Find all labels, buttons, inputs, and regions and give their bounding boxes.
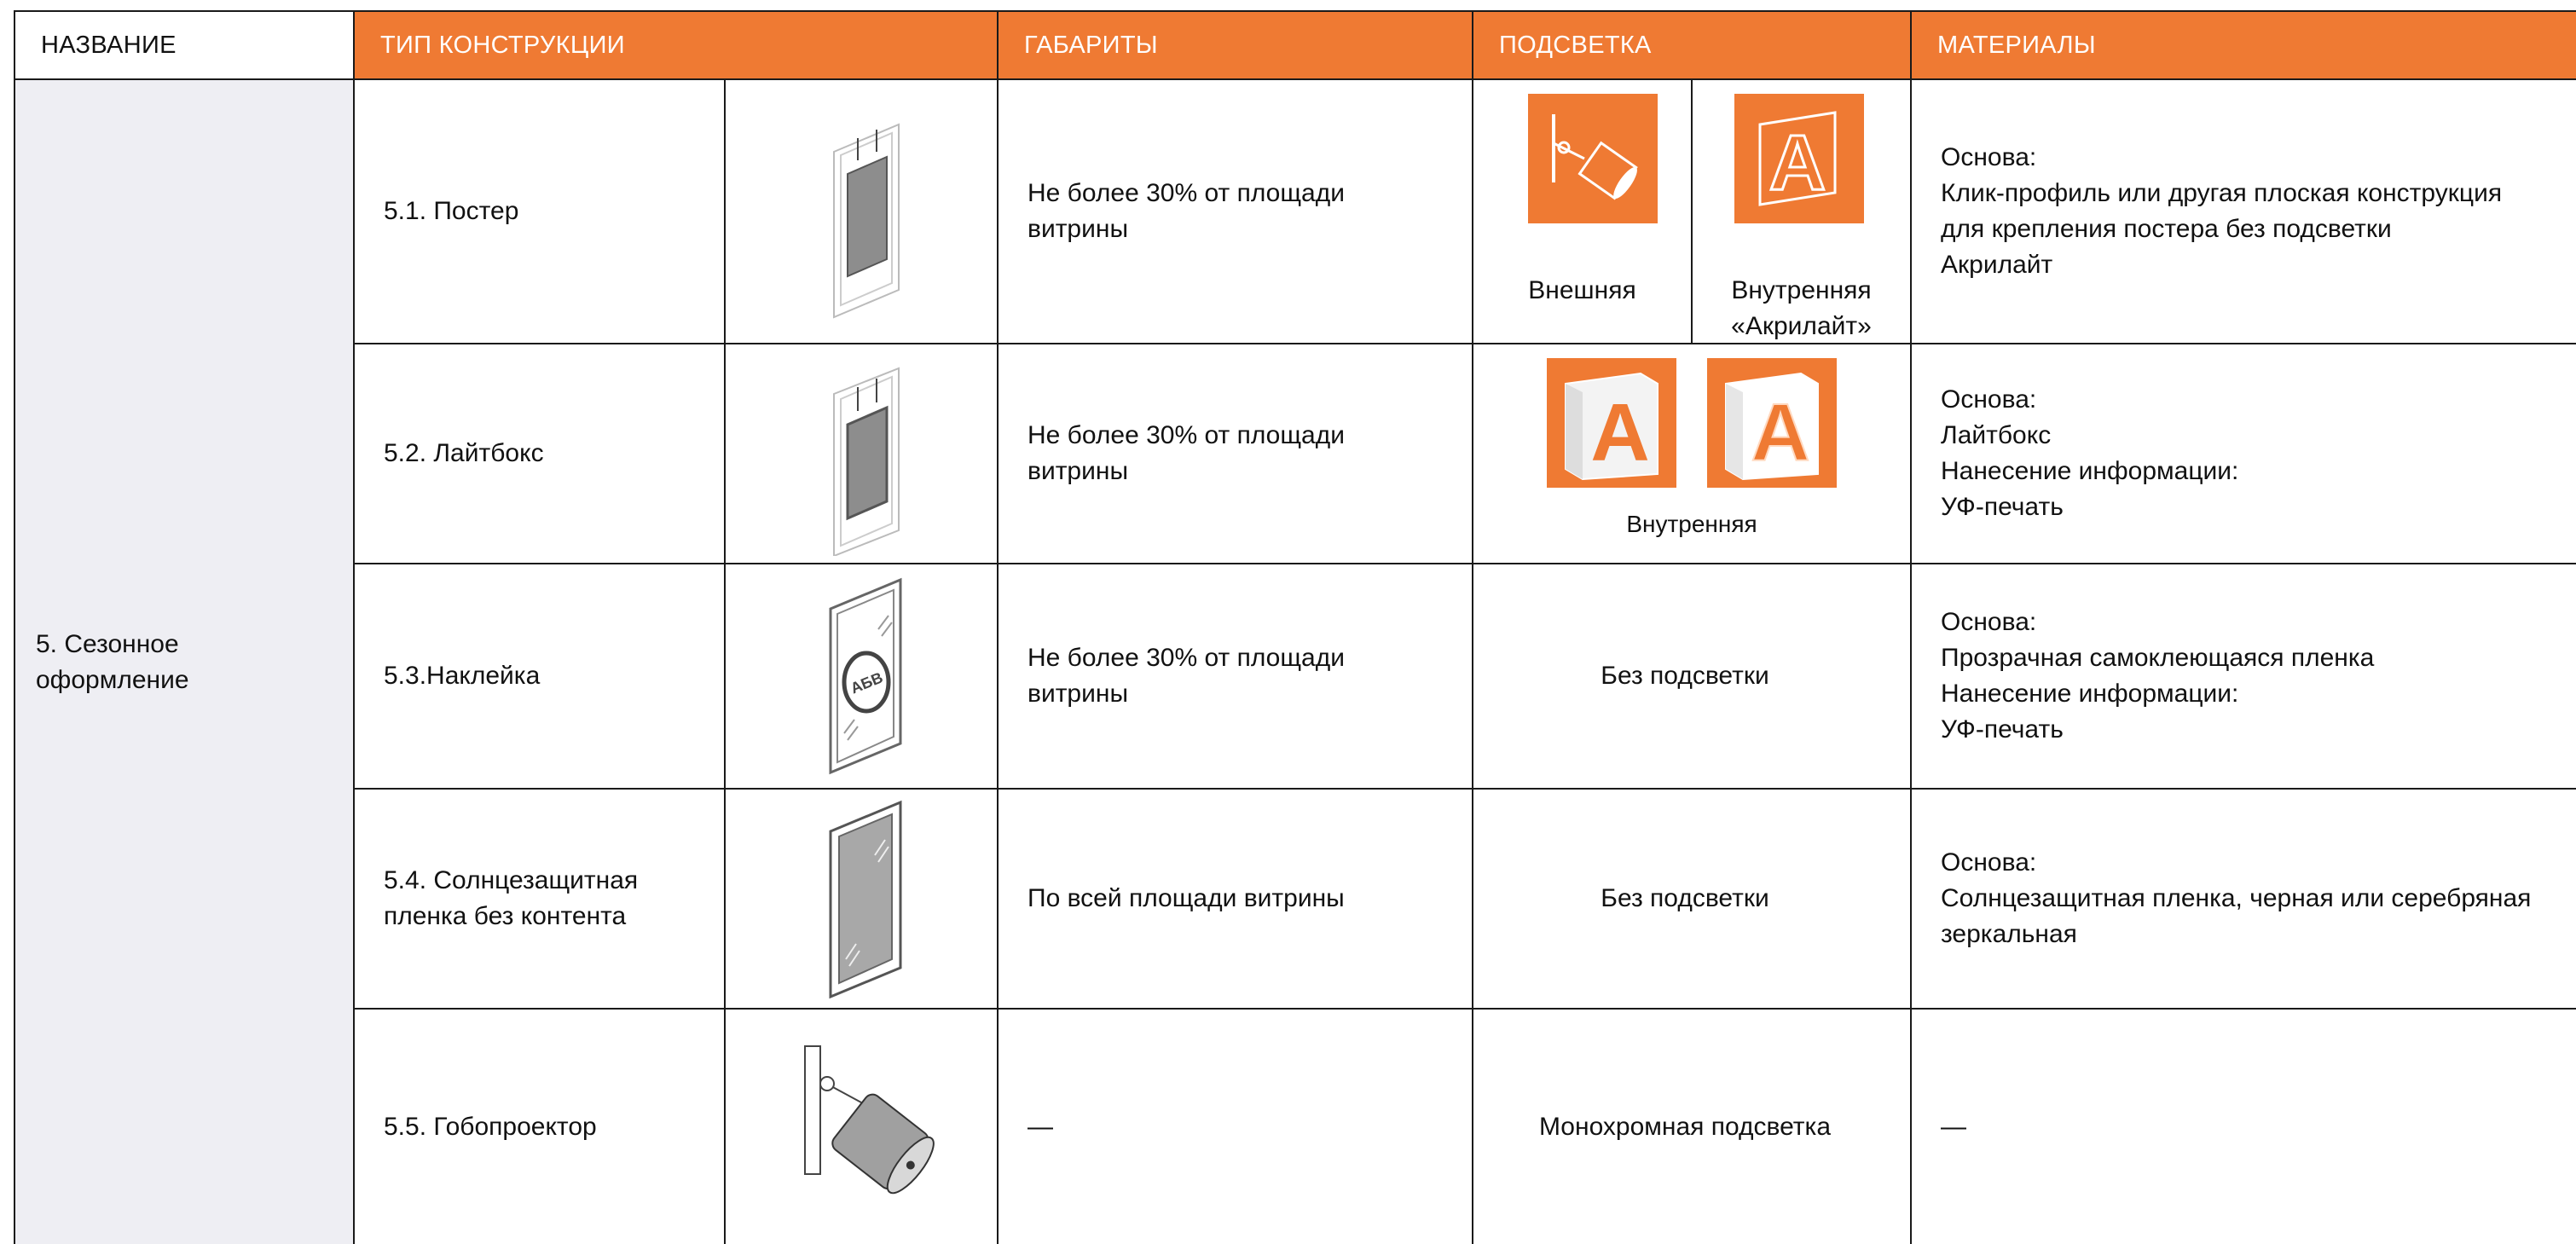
construction-type-label: 5.3.Наклейка: [384, 662, 541, 690]
materials-line: —: [1941, 1112, 1966, 1141]
row-5-4-image: [726, 790, 999, 1010]
lightbox-letter-icon: A: [1547, 358, 1676, 488]
row-5-1-dimensions: Не более 30% от площади витрины: [999, 80, 1473, 344]
materials-line: Акрилайт: [1941, 251, 2053, 279]
dimensions-text: Не более 30% от площади витрины: [1028, 644, 1345, 708]
materials-line: Лайтбокс: [1941, 421, 2052, 449]
row-5-4-type: 5.4. Солнцезащитная пленка без контента: [355, 790, 726, 1010]
row-5-1-type: 5.1. Постер: [355, 80, 726, 344]
lighting-option-acrylight: A Внутренняя «Акрилайт»: [1693, 80, 1912, 344]
lighting-internal-label: Внутренняя: [1626, 511, 1757, 537]
materials-line: УФ-печать: [1941, 493, 2064, 521]
row-5-3-materials: Основа: Прозрачная самоклеющаяся пленка …: [1912, 564, 2576, 790]
materials-line: Основа:: [1941, 848, 2037, 877]
materials-line: Нанесение информации:: [1941, 457, 2239, 485]
row-5-5-type: 5.5. Гобопроектор: [355, 1010, 726, 1244]
row-5-2-dimensions: Не более 30% от площади витрины: [999, 344, 1473, 564]
sticker-icon: АБВ: [829, 577, 902, 775]
materials-line: Основа:: [1941, 385, 2037, 414]
header-construction-type: ТИП КОНСТРУКЦИИ: [355, 10, 999, 80]
materials-line: Прозрачная самоклеющаяся пленка: [1941, 644, 2375, 672]
group-name-cell: 5. Сезонное оформление: [14, 80, 355, 1244]
lighting-text: Без подсветки: [1601, 884, 1769, 912]
lighting-acrylight-label: Внутренняя «Акрилайт»: [1731, 276, 1872, 340]
materials-line: Основа:: [1941, 143, 2037, 171]
row-5-5-materials: —: [1912, 1010, 2576, 1244]
poster-icon: [833, 123, 900, 319]
construction-type-label: 5.5. Гобопроектор: [384, 1112, 597, 1141]
lighting-text: Монохромная подсветка: [1538, 1112, 1832, 1141]
dimensions-text: Не более 30% от площади витрины: [1028, 421, 1345, 485]
construction-type-label: 5.1. Постер: [384, 197, 519, 225]
header-name: НАЗВАНИЕ: [14, 10, 355, 80]
row-5-4-lighting: Без подсветки: [1473, 790, 1912, 1010]
row-5-5-dimensions: —: [999, 1010, 1473, 1244]
row-5-5-image: [726, 1010, 999, 1244]
row-5-2-type: 5.2. Лайтбокс: [355, 344, 726, 564]
materials-line: Солнцезащитная пленка, черная или серебр…: [1941, 884, 2532, 912]
lightbox-glow-letter: A: [1751, 387, 1809, 478]
lightbox-letter-glow-icon: A: [1707, 358, 1837, 488]
header-dimensions: ГАБАРИТЫ: [999, 10, 1473, 80]
lighting-external-label: Внешняя: [1528, 276, 1636, 304]
row-5-2-lighting: A A Внутренняя: [1473, 344, 1912, 564]
lighting-text: Без подсветки: [1601, 662, 1769, 690]
lightbox-icon: [833, 367, 900, 556]
row-5-1-image: [726, 80, 999, 344]
row-5-2-materials: Основа: Лайтбокс Нанесение информации: У…: [1912, 344, 2576, 564]
header-lighting: ПОДСВЕТКА: [1473, 10, 1912, 80]
row-5-3-type: 5.3.Наклейка: [355, 564, 726, 790]
materials-line: для крепления постера без подсветки: [1941, 215, 2392, 243]
row-5-5-lighting: Монохромная подсветка: [1473, 1010, 1912, 1244]
construction-type-label: 5.2. Лайтбокс: [384, 439, 544, 467]
spotlight-icon: [1528, 94, 1658, 223]
header-materials: МАТЕРИАЛЫ: [1912, 10, 2576, 80]
row-5-3-dimensions: Не более 30% от площади витрины: [999, 564, 1473, 790]
construction-type-label: 5.4. Солнцезащитная пленка без контента: [384, 866, 639, 930]
row-5-1-materials: Основа: Клик-профиль или другая плоская …: [1912, 80, 2576, 344]
materials-line: Основа:: [1941, 608, 2037, 636]
row-5-4-dimensions: По всей площади витрины: [999, 790, 1473, 1010]
sun-film-icon: [829, 800, 902, 999]
row-5-2-image: [726, 344, 999, 564]
row-5-4-materials: Основа: Солнцезащитная пленка, черная ил…: [1912, 790, 2576, 1010]
sticker-text: АБВ: [848, 668, 886, 697]
row-5-3-image: АБВ: [726, 564, 999, 790]
materials-line: Клик-профиль или другая плоская конструк…: [1941, 179, 2503, 207]
dimensions-text: По всей площади витрины: [1028, 884, 1345, 912]
group-name: 5. Сезонное оформление: [36, 629, 189, 694]
materials-line: Нанесение информации:: [1941, 680, 2239, 708]
acrylight-letter: A: [1769, 119, 1826, 206]
acrylight-letter-icon: A: [1734, 94, 1864, 223]
construction-table: НАЗВАНИЕ ТИП КОНСТРУКЦИИ ГАБАРИТЫ ПОДСВЕ…: [14, 10, 2576, 1244]
materials-line: УФ-печать: [1941, 715, 2064, 744]
dimensions-text: —: [1028, 1112, 1053, 1141]
row-5-3-lighting: Без подсветки: [1473, 564, 1912, 790]
materials-line: зеркальная: [1941, 920, 2077, 948]
lighting-option-external: Внешняя: [1473, 80, 1693, 344]
lightbox-letter: A: [1590, 387, 1649, 478]
dimensions-text: Не более 30% от площади витрины: [1028, 179, 1345, 243]
gobo-projector-icon: [804, 1044, 935, 1194]
